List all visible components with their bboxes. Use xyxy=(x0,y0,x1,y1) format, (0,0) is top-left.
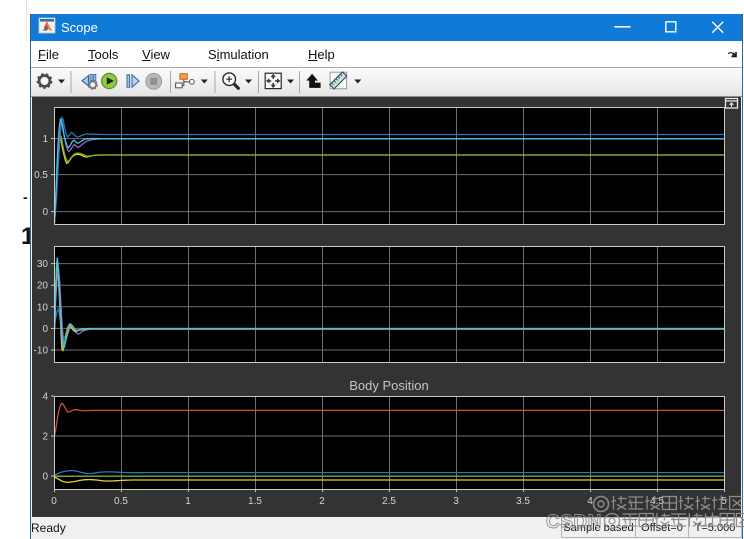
svg-text:Body Position: Body Position xyxy=(349,378,429,393)
svg-text:0: 0 xyxy=(51,496,57,507)
svg-text:-10: -10 xyxy=(34,346,49,357)
svg-text:3: 3 xyxy=(453,496,459,507)
svg-text:0: 0 xyxy=(42,472,48,483)
svg-text:1.5: 1.5 xyxy=(248,496,262,507)
svg-text:2: 2 xyxy=(42,432,48,443)
svg-text:3.5: 3.5 xyxy=(516,496,530,507)
svg-text:CSDN: CSDN xyxy=(546,512,602,533)
svg-text:10: 10 xyxy=(37,302,49,313)
svg-text:30: 30 xyxy=(37,259,49,270)
svg-text:2.5: 2.5 xyxy=(382,496,396,507)
svg-text:0: 0 xyxy=(42,207,48,218)
svg-text:1: 1 xyxy=(42,134,48,145)
svg-text:0.5: 0.5 xyxy=(34,170,48,181)
svg-text:1: 1 xyxy=(185,496,191,507)
svg-text:20: 20 xyxy=(37,281,49,292)
svg-text:4: 4 xyxy=(587,496,593,507)
svg-text:0.5: 0.5 xyxy=(114,496,128,507)
svg-text:5: 5 xyxy=(721,496,727,507)
svg-text:0: 0 xyxy=(42,324,48,335)
svg-text:4: 4 xyxy=(42,392,48,403)
svg-text:2: 2 xyxy=(319,496,325,507)
